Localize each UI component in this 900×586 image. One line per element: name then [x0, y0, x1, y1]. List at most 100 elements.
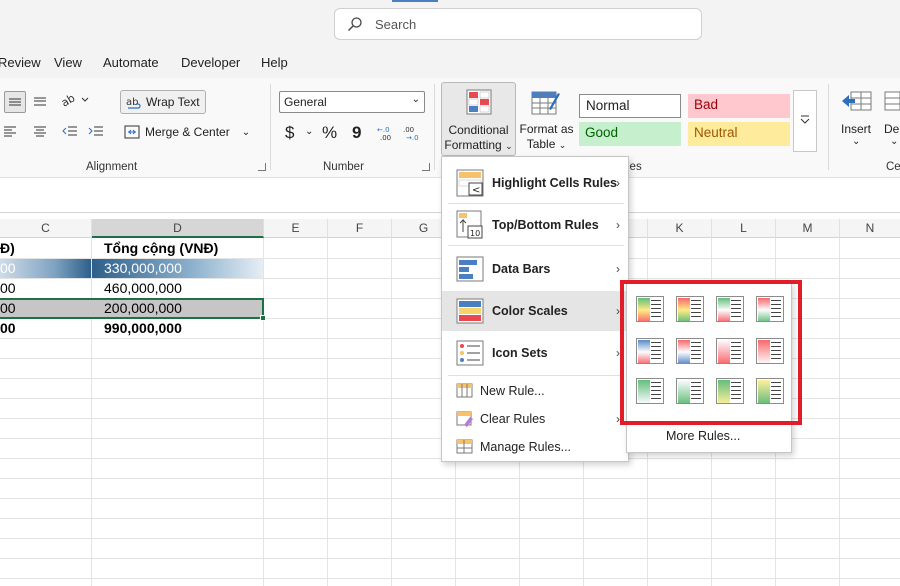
gridline — [0, 518, 900, 519]
cell-c5[interactable]: 00 — [0, 320, 16, 336]
format-as-table-icon[interactable] — [531, 89, 561, 117]
style-bad[interactable]: Bad — [688, 94, 790, 118]
cf-label-line2: Formatting — [444, 138, 502, 152]
ribbon-divider — [270, 84, 271, 170]
gridline — [0, 558, 900, 559]
conditional-formatting-label: Conditional Formatting ⌄ — [442, 123, 515, 154]
ft-chevron-icon: ⌄ — [558, 140, 567, 150]
align-center-icon — [34, 126, 46, 137]
menu-highlight-cells-rules[interactable]: < Highlight Cells Rules › — [442, 163, 628, 203]
cell-c1[interactable]: Đ) — [0, 240, 15, 256]
col-header-e[interactable]: E — [264, 219, 328, 238]
delete-chevron-icon[interactable]: ⌄ — [890, 136, 898, 147]
menu-separator — [448, 245, 624, 246]
gridline — [0, 498, 900, 499]
number-format-select[interactable]: General ⌄ — [279, 91, 425, 113]
manage-rules-icon — [456, 439, 473, 454]
style-good[interactable]: Good — [579, 122, 681, 146]
highlight-annotation-box — [620, 280, 802, 425]
ft-label-line2: Table — [526, 137, 556, 151]
orientation-button[interactable]: ab — [60, 92, 90, 108]
conditional-formatting-button[interactable]: Conditional Formatting ⌄ — [441, 82, 516, 156]
title-bar: Search — [0, 0, 900, 50]
menu-new-rule[interactable]: New Rule... — [442, 377, 628, 405]
gridline — [0, 538, 900, 539]
decrease-decimal-button[interactable]: .00 →.0 — [403, 124, 423, 142]
menu-data-bars[interactable]: Data Bars › — [442, 249, 628, 289]
wrap-text-button[interactable]: ab Wrap Text — [120, 90, 206, 114]
cell-d3[interactable]: 460,000,000 — [104, 280, 182, 296]
more-rules-button[interactable]: More Rules... — [666, 429, 740, 443]
comma-button[interactable]: 9 — [352, 123, 361, 143]
insert-chevron-icon[interactable]: ⌄ — [852, 136, 860, 147]
col-header-n[interactable]: N — [840, 219, 900, 238]
col-header-l[interactable]: L — [712, 219, 776, 238]
new-rule-label: New Rule... — [480, 384, 545, 398]
number-launcher-icon[interactable] — [422, 163, 430, 171]
align-left-icon — [4, 126, 16, 137]
fill-handle[interactable] — [260, 315, 266, 321]
menu-top-bottom-rules[interactable]: 10 Top/Bottom Rules › — [442, 205, 628, 245]
col-header-d[interactable]: D — [92, 219, 264, 238]
currency-button[interactable]: $ — [285, 123, 294, 143]
percent-button[interactable]: % — [322, 123, 337, 143]
delete-label[interactable]: Del — [884, 122, 900, 136]
menu-color-scales[interactable]: Color Scales › — [442, 291, 628, 331]
svg-text:ab: ab — [60, 92, 77, 108]
insert-cells-icon[interactable] — [841, 89, 873, 113]
cell-d4[interactable]: 200,000,000 — [104, 300, 182, 316]
search-input[interactable]: Search — [334, 8, 702, 40]
cell-c4[interactable]: 00 — [0, 300, 16, 316]
cell-d2[interactable]: 330,000,000 — [104, 260, 182, 276]
menu-clear-rules[interactable]: Clear Rules › — [442, 405, 628, 433]
menu-automate[interactable]: Automate — [103, 55, 159, 70]
decrease-indent-button[interactable] — [62, 125, 78, 139]
menu-manage-rules[interactable]: Manage Rules... — [442, 433, 628, 461]
styles-more-button[interactable] — [793, 90, 817, 152]
align-middle-button[interactable] — [4, 91, 26, 113]
cell-d1[interactable]: Tổng cộng (VNĐ) — [104, 240, 218, 256]
menu-icon-sets[interactable]: Icon Sets › — [442, 333, 628, 373]
col-header-c[interactable]: C — [0, 219, 92, 238]
number-format-value: General — [284, 95, 327, 109]
increase-indent-button[interactable] — [88, 125, 104, 139]
menu-separator — [448, 375, 624, 376]
color-scales-label: Color Scales — [492, 304, 568, 318]
align-middle-icon — [9, 98, 21, 106]
increase-decimal-button[interactable]: ←.0.00 — [377, 124, 397, 142]
col-header-m[interactable]: M — [776, 219, 840, 238]
svg-text:10: 10 — [470, 229, 480, 238]
col-header-f[interactable]: F — [328, 219, 392, 238]
alignment-group-label: Alignment — [86, 161, 138, 173]
style-normal[interactable]: Normal — [579, 94, 681, 118]
menu-review[interactable]: Review — [0, 55, 41, 70]
more-styles-icon — [800, 115, 810, 124]
gridline — [263, 238, 264, 586]
wrap-text-icon: ab — [126, 97, 141, 109]
svg-text:→.0: →.0 — [406, 134, 419, 142]
align-bottom-button[interactable] — [32, 93, 48, 107]
delete-cells-icon[interactable] — [884, 89, 900, 113]
cell-c3[interactable]: 00 — [0, 280, 16, 296]
align-center-button[interactable] — [33, 125, 47, 139]
svg-text:<: < — [472, 185, 480, 196]
cell-d5[interactable]: 990,000,000 — [104, 320, 182, 336]
clear-rules-icon — [456, 411, 473, 427]
align-left-button[interactable] — [4, 125, 18, 139]
menu-help[interactable]: Help — [261, 55, 288, 70]
col-header-k[interactable]: K — [648, 219, 712, 238]
styles-group-label: les — [627, 161, 642, 173]
style-neutral[interactable]: Neutral — [688, 122, 790, 146]
menu-view[interactable]: View — [54, 55, 82, 70]
gridline — [327, 238, 328, 586]
insert-label[interactable]: Insert — [841, 122, 871, 136]
chevron-down-icon: ⌄ — [411, 94, 420, 105]
clear-rules-label: Clear Rules — [480, 412, 546, 426]
alignment-launcher-icon[interactable] — [258, 163, 266, 171]
merge-center-button[interactable]: Merge & Center ⌄ — [124, 125, 250, 139]
cell-c2[interactable]: 00 — [0, 260, 16, 276]
icon-sets-label: Icon Sets — [492, 346, 548, 360]
format-as-table-label[interactable]: Format as Table ⌄ — [519, 122, 574, 153]
menu-developer[interactable]: Developer — [181, 55, 240, 70]
currency-chevron-icon[interactable]: ⌄ — [305, 126, 313, 137]
